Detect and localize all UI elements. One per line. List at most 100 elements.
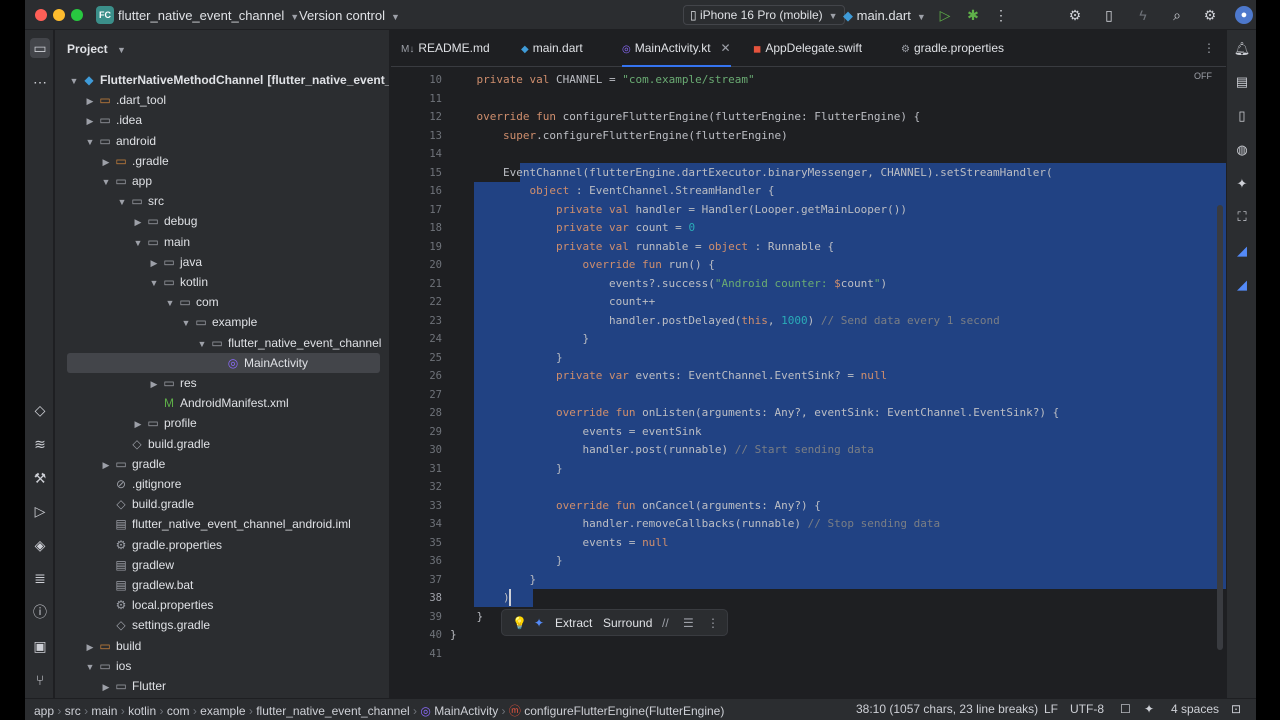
code-line[interactable]: private val handler = Handler(Looper.get… [450,201,907,220]
tree-item[interactable]: ▶ ▭ gradle [55,454,389,475]
close-tab-icon[interactable]: ✕ [721,41,731,55]
tab-main-activity[interactable]: ◎ MainActivity.kt ✕ [622,30,731,67]
services-icon[interactable]: ◈ [30,535,50,555]
code-line[interactable]: handler.postDelayed(this, 1000) // Send … [450,312,1000,331]
code-line[interactable]: count++ [450,293,655,312]
flutter-icon[interactable]: ◇ [30,400,50,420]
code-line[interactable]: handler.removeCallbacks(runnable) // Sto… [450,515,940,534]
run-icon[interactable]: ▷ [30,501,50,521]
surround-button[interactable]: Surround [603,616,652,630]
notifications-icon[interactable]: 🔔︎ [1232,39,1252,59]
tree-item[interactable]: ▼ ◆ FlutterNativeMethodChannel [flutter_nat… [55,70,389,91]
tree-item[interactable]: ◎ MainActivity [67,352,380,373]
chevron-down-icon[interactable]: ▼ [83,132,97,152]
chevron-down-icon[interactable]: ▼ [99,172,113,192]
chevron-right-icon[interactable]: ▶ [83,637,97,657]
run-config-selector[interactable]: ◆ main.dart ▼ [843,8,926,24]
tree-item[interactable]: ⚙ local.properties [55,595,389,615]
code-line[interactable]: object : EventChannel.StreamHandler { [450,182,774,201]
chevron-right-icon[interactable]: ▶ [99,455,113,475]
code-line[interactable]: } [450,349,563,368]
tree-item[interactable]: ▼ ▭ main [55,232,389,253]
tree-item[interactable]: ▼ ▭ kotlin [55,272,389,292]
code-line[interactable]: events = null [450,534,668,553]
breadcrumb-item[interactable]: kotlin [128,704,156,718]
tree-item[interactable]: ▶ ▭ debug [55,211,389,232]
git-icon[interactable]: ⑂ [30,670,50,690]
breadcrumb-item[interactable]: configureFlutterEngine(FlutterEngine) [524,704,724,718]
breadcrumb-item[interactable]: com [167,704,190,718]
code-line[interactable]: super.configureFlutterEngine(flutterEngi… [450,127,788,146]
project-selector[interactable]: flutter_native_event_channel ▼ [118,8,299,23]
code-line[interactable]: } [450,608,483,627]
extract-button[interactable]: Extract [555,616,592,630]
tree-item[interactable]: ⚙ gradle.properties [55,535,389,555]
code-line[interactable]: ) [450,589,510,608]
tree-item[interactable]: ▼ ▭ flutter_native_event_channel [55,333,389,354]
zoom-window-button[interactable] [71,9,83,21]
chevron-down-icon[interactable]: ▼ [131,233,145,253]
tree-item[interactable]: ◇ build.gradle [55,494,389,514]
breadcrumb-item[interactable]: main [91,704,117,718]
more-tools-icon[interactable]: ⋯ [30,72,50,92]
gradle-icon[interactable]: ◍ [1232,140,1252,160]
tree-item[interactable]: ▼ ▭ ios [55,656,389,677]
lock-icon[interactable]: ⊡ [1231,702,1241,716]
code-line[interactable]: } [450,626,457,645]
code-line[interactable]: override fun onCancel(arguments: Any?) { [450,497,821,516]
chevron-right-icon[interactable]: ▶ [83,91,97,111]
avatar[interactable]: ● [1235,6,1253,24]
format-icon[interactable]: ☰ [683,616,694,630]
device-explorer-icon[interactable]: ▤ [1232,72,1252,92]
tree-item[interactable]: ▼ ▭ android [55,131,389,152]
ai-icon[interactable]: ✦ [534,616,544,630]
tab-main-dart[interactable]: ◆ main.dart [521,30,583,67]
code-line[interactable]: private val runnable = object : Runnable… [450,238,834,257]
editor-scrollbar[interactable] [1217,205,1223,650]
chevron-down-icon[interactable]: ▼ [83,657,97,677]
terminal-icon[interactable]: ▣ [30,636,50,656]
tree-item[interactable]: ▶ ▭ .dart_tool [55,90,389,111]
code-line[interactable]: events = eventSink [450,423,701,442]
problems-icon[interactable]: ⓘ [30,602,50,622]
tree-item[interactable]: ▶ ▭ Flutter [55,676,389,697]
comment-icon[interactable]: // [662,616,669,630]
chevron-right-icon[interactable]: ▶ [99,152,113,172]
code-line[interactable]: events?.success("Android counter: $count… [450,275,887,294]
inspector-icon[interactable]: ⛶ [1232,207,1252,227]
folder-icon[interactable]: ▭ [30,38,50,58]
breadcrumb-item[interactable]: app [34,704,54,718]
breadcrumb-item[interactable]: src [65,704,81,718]
chevron-down-icon[interactable]: ▼ [67,71,81,91]
chevron-right-icon[interactable]: ▶ [99,677,113,697]
tree-item[interactable]: ▶ ▭ profile [55,413,389,433]
code-line[interactable]: EventChannel(flutterEngine.dartExecutor.… [450,164,1053,183]
chevron-down-icon[interactable]: ▼ [179,313,193,333]
chevron-down-icon[interactable]: ▼ [195,334,209,354]
project-panel-title[interactable]: Project ▼ [67,42,126,56]
hot-reload-icon[interactable]: ϟ [1134,6,1152,24]
code-line[interactable]: private var events: EventChannel.EventSi… [450,367,887,386]
chevron-right-icon[interactable]: ▶ [131,212,145,232]
edit-icon[interactable]: ☐ [1120,702,1131,716]
code-line[interactable]: } [450,460,563,479]
code-line[interactable]: handler.post(runnable) // Start sending … [450,441,873,460]
tree-item[interactable]: ▶ ▭ .gradle [55,151,389,172]
cursor-position[interactable]: 38:10 (1057 chars, 23 line breaks) [856,702,1038,716]
breadcrumb-item[interactable]: example [200,704,245,718]
breadcrumb-item[interactable]: MainActivity [434,704,498,718]
build-icon[interactable]: ⚒ [30,468,50,488]
file-encoding[interactable]: UTF-8 [1070,702,1104,716]
tab-readme[interactable]: M↓ README.md [401,30,490,67]
tree-item[interactable]: ▼ ▭ example [55,312,389,333]
tree-item[interactable]: ◇ settings.gradle [55,615,389,635]
flutter-performance-icon[interactable]: ◢ [1232,275,1252,295]
chevron-down-icon[interactable]: ▼ [163,293,177,313]
tree-item[interactable]: ▶ ▭ build [55,636,389,657]
lightbulb-icon[interactable]: 💡 [512,616,527,630]
device-manager-icon[interactable]: ▯ [1100,6,1118,24]
run-icon[interactable]: ▷ [936,6,954,24]
tree-item[interactable]: ▤ gradlew [55,555,389,575]
gemini-icon[interactable]: ✦ [1232,174,1252,194]
code-line[interactable]: private val CHANNEL = "com.example/strea… [450,71,755,90]
